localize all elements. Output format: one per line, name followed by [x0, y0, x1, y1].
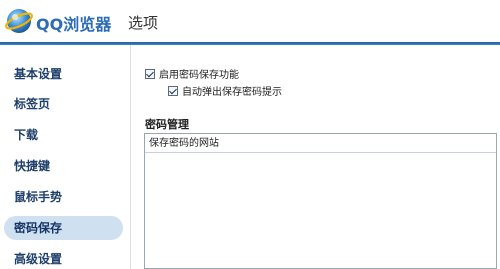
sidebar-item-advanced-settings[interactable]: 高级设置 — [4, 247, 123, 269]
sidebar-item-shortcuts[interactable]: 快捷键 — [4, 154, 123, 178]
enable-password-save-row[interactable]: 启用密码保存功能 — [145, 66, 239, 81]
sidebar-item-password-save[interactable]: 密码保存 — [4, 216, 123, 240]
sidebar-item-tabs[interactable]: 标签页 — [4, 92, 123, 116]
brand-name: QQ浏览器 — [36, 15, 112, 34]
main-panel: 启用密码保存功能 自动弹出保存密码提示 密码管理 保存密码的网站 — [131, 45, 500, 269]
sidebar-item-downloads[interactable]: 下载 — [4, 123, 123, 147]
password-management-title: 密码管理 — [145, 118, 189, 131]
page-title: 选项 — [128, 14, 159, 32]
enable-password-save-label: 启用密码保存功能 — [159, 70, 239, 81]
qq-browser-logo-icon — [4, 6, 34, 36]
auto-popup-prompt-row[interactable]: 自动弹出保存密码提示 — [168, 83, 282, 98]
options-window: QQ浏览器 选项 基本设置 标签页 下载 快捷键 鼠标手势 密码保存 高级设置 … — [0, 0, 500, 269]
header-bar: QQ浏览器 选项 — [0, 0, 500, 42]
enable-password-save-checkbox[interactable] — [145, 68, 155, 79]
list-column-header-sites[interactable]: 保存密码的网站 — [145, 134, 496, 153]
auto-popup-prompt-checkbox[interactable] — [168, 85, 178, 96]
sidebar: 基本设置 标签页 下载 快捷键 鼠标手势 密码保存 高级设置 — [0, 45, 130, 269]
sidebar-item-mouse-gestures[interactable]: 鼠标手势 — [4, 185, 123, 209]
saved-passwords-list[interactable]: 保存密码的网站 — [144, 133, 497, 269]
sidebar-item-basic-settings[interactable]: 基本设置 — [4, 62, 123, 86]
auto-popup-prompt-label: 自动弹出保存密码提示 — [182, 87, 282, 98]
